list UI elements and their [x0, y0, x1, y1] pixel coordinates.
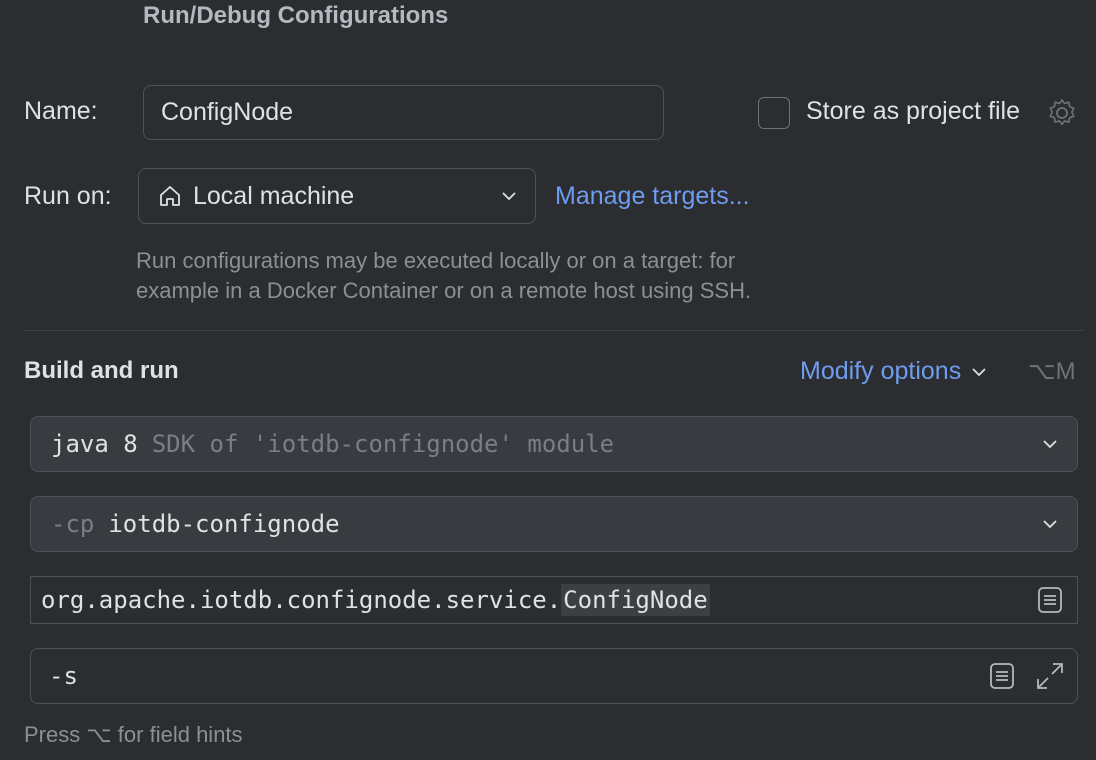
program-arguments-value: -s [49, 662, 78, 690]
jdk-name: java 8 [51, 430, 138, 458]
manage-targets-link[interactable]: Manage targets... [555, 182, 750, 211]
run-on-hint-line1: Run configurations may be executed local… [136, 248, 736, 273]
jdk-select[interactable]: java 8 SDK of 'iotdb-confignode' module [30, 416, 1078, 472]
main-class-package: org.apache.iotdb.confignode.service. [41, 586, 562, 614]
store-as-project-checkbox[interactable] [758, 97, 790, 129]
program-arguments-field[interactable]: -s [30, 648, 1078, 704]
separator [24, 330, 1084, 331]
classpath-prefix: -cp [51, 510, 95, 538]
name-field[interactable]: ConfigNode [143, 85, 664, 140]
jdk-description: SDK of 'iotdb-confignode' module [151, 430, 615, 458]
main-class-field[interactable]: org.apache.iotdb.confignode.service. Conf… [30, 576, 1078, 624]
field-hints-footer: Press ⌥ for field hints [24, 722, 243, 747]
chevron-down-icon [1043, 520, 1057, 529]
chevron-down-icon [972, 367, 986, 376]
build-and-run-heading: Build and run [24, 357, 179, 384]
chevron-down-icon [1043, 440, 1057, 449]
gear-icon[interactable] [1046, 97, 1078, 129]
classpath-select[interactable]: -cp iotdb-confignode [30, 496, 1078, 552]
run-on-select[interactable]: Local machine [138, 168, 536, 224]
main-class-name: ConfigNode [561, 584, 710, 616]
modify-options-label: Modify options [800, 357, 962, 385]
modify-options-button[interactable]: Modify options [800, 357, 989, 386]
insert-macro-icon[interactable] [989, 662, 1015, 690]
classpath-module: iotdb-confignode [108, 510, 340, 538]
home-icon [160, 186, 180, 206]
run-debug-config-dialog: Run/Debug Configurations Name: ConfigNod… [0, 0, 1096, 760]
store-as-project-label[interactable]: Store as project file [806, 97, 1020, 126]
browse-list-icon[interactable] [1037, 586, 1063, 614]
run-on-value: Local machine [193, 181, 355, 210]
run-on-label: Run on: [24, 182, 112, 210]
run-on-hint-line2: example in a Docker Container or on a re… [136, 278, 752, 303]
dialog-title: Run/Debug Configurations [143, 2, 449, 29]
name-value: ConfigNode [161, 98, 294, 126]
name-label: Name: [24, 97, 98, 125]
expand-icon[interactable] [1035, 661, 1065, 691]
chevron-down-icon [502, 192, 516, 201]
modify-options-shortcut: ⌥M [1028, 358, 1076, 385]
run-on-hint: Run configurations may be executed local… [136, 246, 751, 306]
